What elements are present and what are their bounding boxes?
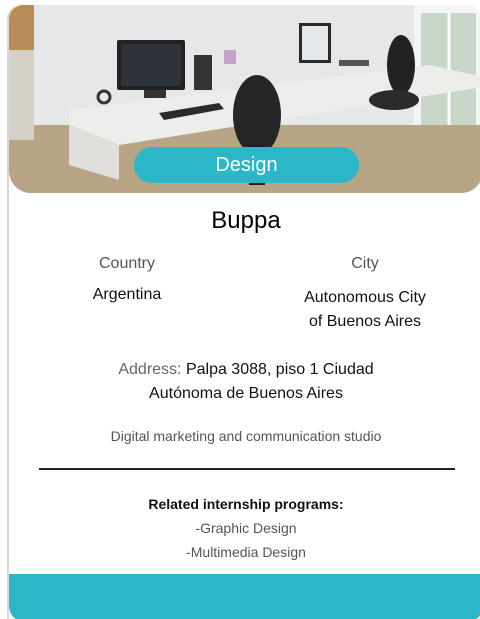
address-label: Address: <box>118 361 182 378</box>
company-name[interactable]: Buppa <box>9 207 480 235</box>
country-value: Argentina <box>92 286 162 303</box>
related-program-item[interactable]: -Multimedia Design <box>9 544 480 560</box>
related-programs-title: Related internship programs: <box>148 496 344 512</box>
related-program-item[interactable]: -Graphic Design <box>9 520 480 536</box>
address-block: Address: Palpa 3088, piso 1 Ciudad Autón… <box>69 358 423 406</box>
company-card[interactable]: Design Buppa Country Argentina City Auto… <box>7 5 480 619</box>
address-line2: Autónoma de Buenos Aires <box>149 385 343 402</box>
category-badge[interactable]: Design <box>134 147 359 183</box>
city-value: Autonomous City of Buenos Aires <box>275 286 455 334</box>
office-photo: Design <box>9 5 480 193</box>
address-line1: Palpa 3088, piso 1 Ciudad <box>185 361 374 378</box>
company-description: Digital marketing and communication stud… <box>110 428 382 444</box>
divider <box>39 468 455 470</box>
city-label: City <box>351 255 379 272</box>
city-value-line2: of Buenos Aires <box>308 313 422 330</box>
country-label: Country <box>98 255 156 272</box>
city-value-line1: Autonomous City <box>304 289 426 306</box>
card-footer-bar[interactable] <box>9 574 480 619</box>
